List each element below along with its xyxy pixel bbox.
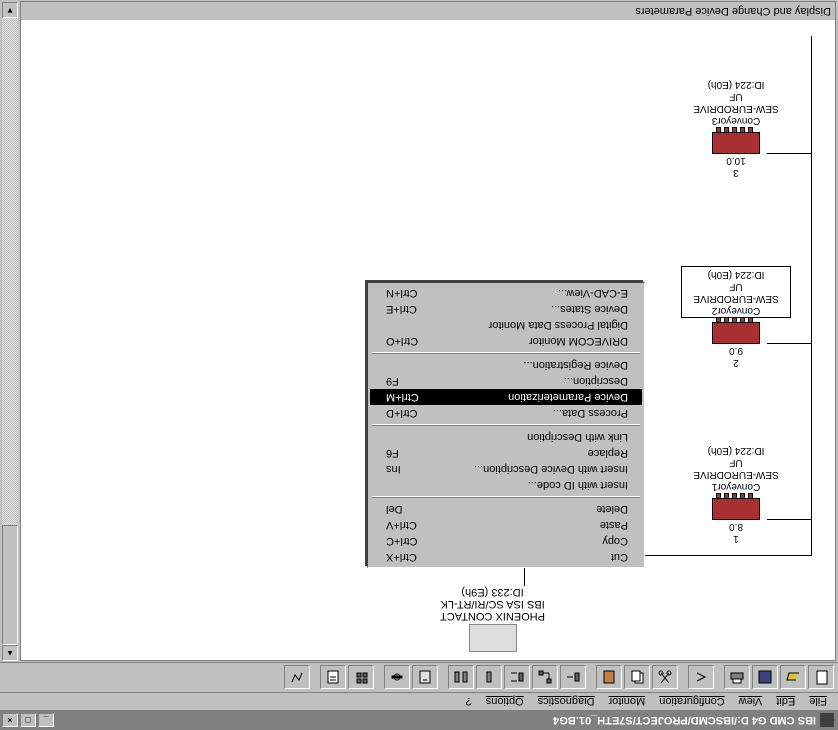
- context-menu: CutCtrl+X CopyCtrl+C PasteCtrl+V DeleteD…: [367, 282, 645, 568]
- cm-insert-id[interactable]: Insert with ID code...: [370, 477, 642, 493]
- cm-cut[interactable]: CutCtrl+X: [370, 549, 642, 565]
- tool-config-5[interactable]: [448, 666, 474, 690]
- tool-form[interactable]: [320, 666, 346, 690]
- tool-cut[interactable]: [652, 666, 678, 690]
- minimize-button[interactable]: _: [38, 713, 54, 727]
- device-name: Conveyor2: [684, 304, 788, 316]
- tool-config-1[interactable]: [560, 666, 586, 690]
- menu-view[interactable]: View: [732, 695, 770, 709]
- toolbar: [0, 662, 838, 692]
- device-1[interactable]: 1 8.0 Conveyor1 SEW-EURODRIVE UF ID:224 …: [681, 444, 791, 544]
- device-icon: [712, 498, 760, 520]
- workspace: PHOENIX CONTACT IBS ISA SC/RI/RT-LK ID:2…: [0, 0, 838, 662]
- root-device[interactable]: PHOENIX CONTACT IBS ISA SC/RI/RT-LK ID:2…: [440, 586, 545, 652]
- menu-help[interactable]: ?: [459, 695, 479, 709]
- menubar: File Edit View Configuration Monitor Dia…: [0, 692, 838, 710]
- device-icon: [712, 322, 760, 344]
- scroll-down-button[interactable]: ▼: [2, 2, 18, 18]
- cm-replace[interactable]: ReplaceF6: [370, 445, 642, 461]
- cm-ecad-view[interactable]: E-CAD-View...Ctrl+N: [370, 285, 642, 301]
- tool-print[interactable]: [724, 666, 750, 690]
- device-make: SEW-EURODRIVE: [681, 102, 791, 114]
- device-icon: [712, 132, 760, 154]
- scroll-up-button[interactable]: ▲: [2, 645, 18, 661]
- device-model: UF: [684, 280, 788, 292]
- cm-delete[interactable]: DeleteDel: [370, 501, 642, 517]
- cm-device-parameterization[interactable]: Device ParameterizationCtrl+M: [370, 389, 642, 405]
- tool-save[interactable]: [752, 666, 778, 690]
- scroll-thumb[interactable]: [2, 525, 18, 645]
- device-slot: 3: [681, 166, 791, 178]
- cm-copy[interactable]: CopyCtrl+C: [370, 533, 642, 549]
- device-addr: 10.0: [681, 154, 791, 166]
- cm-insert-desc[interactable]: Insert with Device Description...Ins: [370, 461, 642, 477]
- device-slot: 2: [681, 356, 791, 368]
- menu-configuration[interactable]: Configuration: [652, 695, 731, 709]
- subwindow: PHOENIX CONTACT IBS ISA SC/RI/RT-LK ID:2…: [20, 1, 836, 661]
- tool-paste[interactable]: [596, 666, 622, 690]
- device-id: ID:224 (E0h): [681, 78, 791, 90]
- tool-open[interactable]: [780, 666, 806, 690]
- menu-monitor[interactable]: Monitor: [602, 695, 653, 709]
- device-model: UF: [681, 90, 791, 102]
- tool-grid[interactable]: [348, 666, 374, 690]
- root-name: PHOENIX CONTACT: [440, 610, 545, 622]
- tool-device-2[interactable]: [384, 666, 410, 690]
- cm-description[interactable]: Description...F9: [370, 373, 642, 389]
- device-id: ID:224 (E0h): [681, 444, 791, 456]
- window-title: IBS CMD G4 D:/IBSCMD/PROJECT/S7ETH_01.BG…: [553, 714, 816, 726]
- device-3[interactable]: 3 10.0 Conveyor3 SEW-EURODRIVE UF ID:224…: [681, 78, 791, 178]
- vertical-scrollbar[interactable]: ▲ ▼: [2, 2, 18, 661]
- controller-icon: [469, 624, 517, 652]
- scroll-track[interactable]: [2, 18, 18, 525]
- cm-separator: [372, 496, 640, 498]
- tool-config-4[interactable]: [476, 666, 502, 690]
- maximize-button[interactable]: □: [20, 713, 36, 727]
- subwindow-title: Display and Change Device Parameters: [635, 5, 831, 17]
- tool-config-3[interactable]: [504, 666, 530, 690]
- menu-file[interactable]: File: [802, 695, 834, 709]
- cm-separator: [372, 352, 640, 354]
- device-name: Conveyor3: [681, 114, 791, 126]
- device-addr: 8.0: [681, 520, 791, 532]
- tool-misc[interactable]: [284, 666, 310, 690]
- cm-device-registration[interactable]: Device Registration...: [370, 357, 642, 373]
- tool-undo[interactable]: [688, 666, 714, 690]
- tool-new[interactable]: [808, 666, 834, 690]
- device-model: UF: [681, 456, 791, 468]
- bus-line: [811, 36, 812, 556]
- cm-link-desc[interactable]: Link with Description: [370, 429, 642, 445]
- close-button[interactable]: ×: [2, 713, 18, 727]
- cm-digital-process-monitor[interactable]: Digital Process Data Monitor: [370, 317, 642, 333]
- titlebar: IBS CMD G4 D:/IBSCMD/PROJECT/S7ETH_01.BG…: [0, 710, 838, 730]
- menu-diagnostics[interactable]: Diagnostics: [531, 695, 602, 709]
- tool-copy[interactable]: [624, 666, 650, 690]
- device-id: ID:224 (E0h): [684, 268, 788, 280]
- device-slot: 1: [681, 532, 791, 544]
- tool-config-2[interactable]: [532, 666, 558, 690]
- root-id: ID:233 (E9h): [440, 586, 545, 598]
- title-buttons: _ □ ×: [2, 713, 54, 727]
- device-name: Conveyor1: [681, 480, 791, 492]
- cm-process-data[interactable]: Process Data...Ctrl+D: [370, 405, 642, 421]
- cm-paste[interactable]: PasteCtrl+V: [370, 517, 642, 533]
- device-make: SEW-EURODRIVE: [684, 292, 788, 304]
- device-2[interactable]: 2 9.0 Conveyor2 SEW-EURODRIVE UF ID:224 …: [681, 266, 791, 368]
- tool-device-1[interactable]: [412, 666, 438, 690]
- cm-drivecom-monitor[interactable]: DRIVECOM MonitorCtrl+O: [370, 333, 642, 349]
- menu-options[interactable]: Options: [479, 695, 531, 709]
- canvas[interactable]: PHOENIX CONTACT IBS ISA SC/RI/RT-LK ID:2…: [21, 20, 835, 660]
- app-icon: [820, 713, 834, 727]
- cm-device-states[interactable]: Device States...Ctrl+E: [370, 301, 642, 317]
- root-type: IBS ISA SC/RI/RT-LK: [440, 598, 545, 610]
- cm-separator: [372, 424, 640, 426]
- menu-edit[interactable]: Edit: [769, 695, 802, 709]
- subwindow-titlebar: Display and Change Device Parameters: [21, 2, 835, 20]
- device-make: SEW-EURODRIVE: [681, 468, 791, 480]
- device-addr: 9.0: [681, 344, 791, 356]
